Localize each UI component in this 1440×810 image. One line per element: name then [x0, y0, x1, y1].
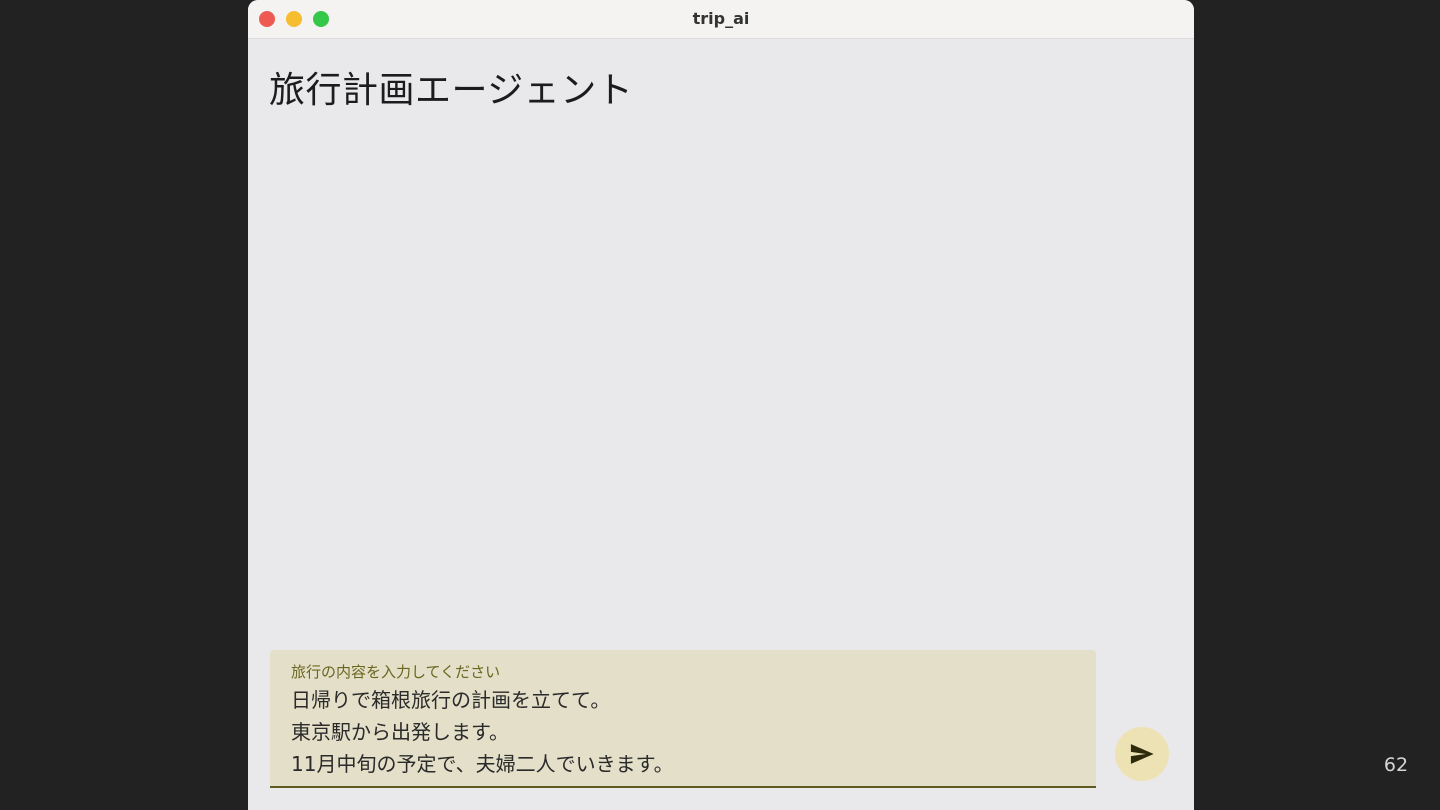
input-line: 11月中旬の予定で、夫婦二人でいきます。 [291, 752, 674, 776]
input-line: 東京駅から出発します。 [291, 720, 509, 744]
trip-details-input[interactable]: 旅行の内容を入力してください 日帰りで箱根旅行の計画を立てて。 東京駅から出発し… [270, 650, 1096, 788]
window-title: trip_ai [692, 9, 750, 28]
input-line: 日帰りで箱根旅行の計画を立てて。 [291, 688, 611, 712]
slide-number: 62 [1383, 754, 1409, 776]
send-button[interactable] [1115, 727, 1169, 781]
app-window: trip_ai 旅行計画エージェント 旅行の内容を入力してください 日帰りで箱根… [248, 0, 1194, 810]
input-label: 旅行の内容を入力してください [291, 663, 501, 681]
send-icon [1130, 744, 1154, 764]
input-text[interactable]: 日帰りで箱根旅行の計画を立てて。 東京駅から出発します。 11月中旬の予定で、夫… [291, 684, 1076, 780]
presentation-stage: trip_ai 旅行計画エージェント 旅行の内容を入力してください 日帰りで箱根… [0, 0, 1440, 810]
page-title: 旅行計画エージェント [269, 70, 634, 111]
main-content: 旅行計画エージェント 旅行の内容を入力してください 日帰りで箱根旅行の計画を立て… [248, 39, 1194, 810]
window-titlebar: trip_ai [248, 0, 1194, 39]
